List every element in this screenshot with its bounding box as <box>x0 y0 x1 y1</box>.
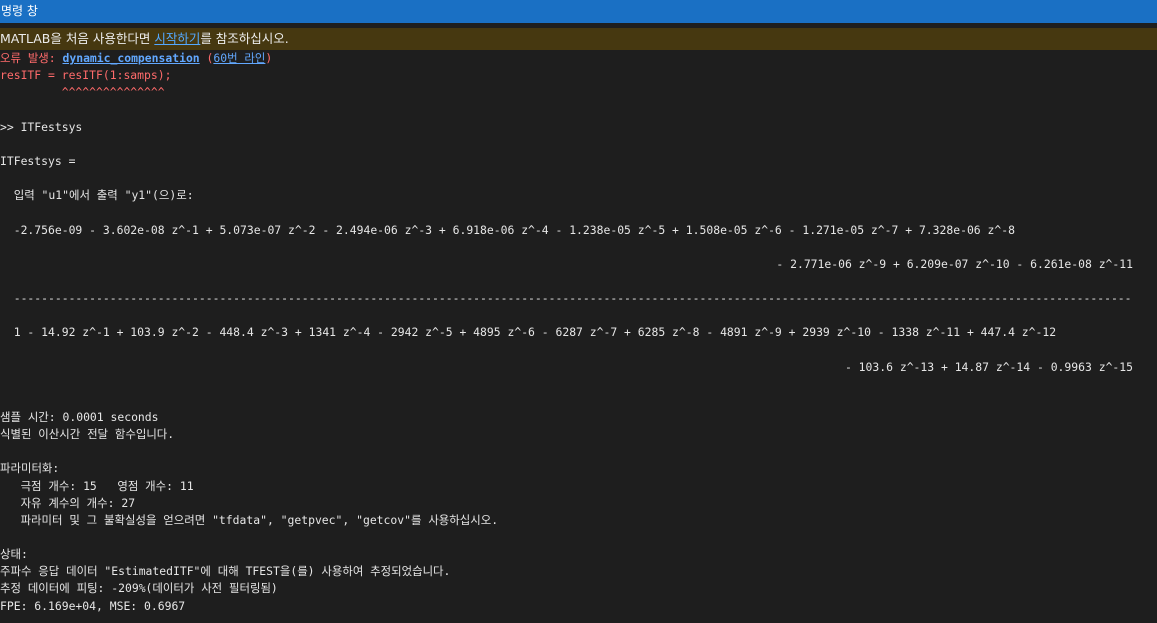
error-line-link[interactable]: 60번 라인 <box>213 51 265 65</box>
error-carets: ^^^^^^^^^^^^^^^ <box>0 85 165 99</box>
console-output[interactable]: 오류 발생: dynamic_compensation (60번 라인) res… <box>0 0 1157 623</box>
numerator-line-2: - 2.771e-06 z^-9 + 6.209e-07 z^-10 - 6.2… <box>776 257 1133 271</box>
error-paren-close: ) <box>265 51 273 65</box>
command-window-title-bar[interactable]: 명령 창 <box>0 0 1157 23</box>
info-prefix: MATLAB을 처음 사용한다면 <box>0 31 155 46</box>
parameter-hint-line: 파라미터 및 그 불확실성을 얻으려면 "tfdata", "getpvec",… <box>0 512 499 528</box>
prompt-command-line: >> ITFestsys <box>0 120 83 134</box>
param-hint-prefix: 파라미터 및 그 불확실성을 얻으려면 <box>0 513 213 527</box>
io-description-line: 입력 "u1"에서 출력 "y1"(으)로: <box>0 188 194 202</box>
identified-line: 식별된 이산시간 전달 함수입니다. <box>0 427 175 441</box>
status-line-1: 주파수 응답 데이터 "EstimatedITF"에 대해 TFEST을(를) … <box>0 564 451 578</box>
getting-started-info-bar: MATLAB을 처음 사용한다면 시작하기를 참조하십시오. <box>0 28 1157 50</box>
error-message-line: 오류 발생: dynamic_compensation (60번 라인) <box>0 50 272 66</box>
error-paren-open: ( <box>199 51 214 65</box>
poles-zeros-line: 극점 개수: 15 영점 개수: 11 <box>0 479 194 493</box>
getcov-command: "getcov" <box>356 513 411 527</box>
status-header: 상태: <box>0 547 28 561</box>
param-hint-suffix: 를 사용하십시오. <box>410 513 499 527</box>
error-prefix: 오류 발생: <box>0 51 63 65</box>
parameterization-header: 파라미터화: <box>0 461 60 475</box>
error-function-link[interactable]: dynamic_compensation <box>63 51 200 65</box>
error-code-line: resITF = resITF(1:samps); <box>0 68 172 82</box>
getpvec-command: "getpvec" <box>280 513 343 527</box>
tfdata-command: "tfdata" <box>212 513 267 527</box>
denominator-line-2: - 103.6 z^-13 + 14.87 z^-14 - 0.9963 z^-… <box>844 360 1133 374</box>
param-hint-sep-2: , <box>342 513 357 527</box>
fraction-divider: ----------------------------------------… <box>0 291 1132 305</box>
status-line-2: 추정 데이터에 피팅: -209%(데이터가 사전 필터링됨) <box>0 581 278 595</box>
status-line-3: FPE: 6.169e+04, MSE: 0.6967 <box>0 599 186 613</box>
window-title: 명령 창 <box>1 4 38 18</box>
getting-started-link[interactable]: 시작하기 <box>154 31 200 46</box>
param-hint-sep-1: , <box>266 513 281 527</box>
info-suffix: 를 참조하십시오. <box>200 31 289 46</box>
sample-time-line: 샘플 시간: 0.0001 seconds <box>0 410 159 424</box>
denominator-line-1: 1 - 14.92 z^-1 + 103.9 z^-2 - 448.4 z^-3… <box>0 325 1057 339</box>
numerator-line-1: -2.756e-09 - 3.602e-08 z^-1 + 5.073e-07 … <box>0 223 1015 237</box>
variable-name-line: ITFestsys = <box>0 154 76 168</box>
matlab-command-window: 오류 발생: dynamic_compensation (60번 라인) res… <box>0 0 1157 623</box>
free-coefficients-line: 자유 계수의 개수: 27 <box>0 496 136 510</box>
